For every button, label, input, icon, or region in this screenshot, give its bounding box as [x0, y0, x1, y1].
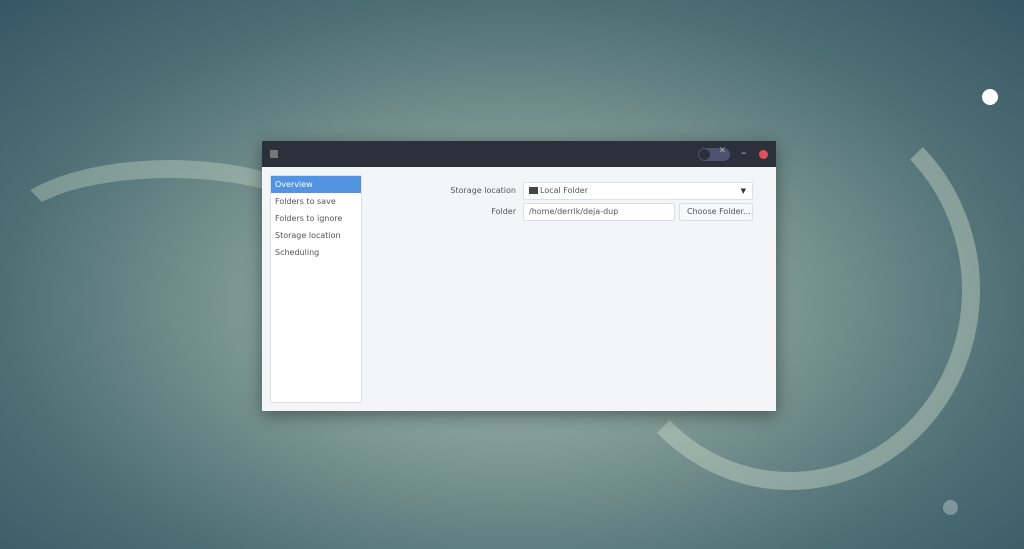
sidebar-item-folders-to-save[interactable]: Folders to save	[271, 193, 361, 210]
deja-dup-window: ✕ – Overview Folders to save Folders to …	[262, 141, 776, 411]
close-icon: ✕	[718, 146, 726, 156]
app-menu-icon[interactable]	[270, 150, 278, 158]
close-button[interactable]	[759, 150, 768, 159]
sidebar-item-scheduling[interactable]: Scheduling	[271, 244, 361, 261]
titlebar: ✕ –	[262, 141, 776, 167]
sidebar-item-overview[interactable]: Overview	[271, 176, 361, 193]
folder-label: Folder	[491, 207, 516, 216]
choose-folder-button[interactable]: Choose Folder...	[679, 203, 753, 221]
sidebar: Overview Folders to save Folders to igno…	[270, 175, 362, 403]
wallpaper-dot	[982, 89, 998, 105]
storage-location-label: Storage location	[450, 186, 516, 195]
wallpaper-dot	[943, 500, 958, 515]
toggle-switch[interactable]: ✕	[698, 146, 730, 161]
folder-input[interactable]: /home/derrik/deja-dup	[523, 203, 675, 221]
storage-location-dropdown[interactable]: Local Folder ▼	[523, 182, 753, 200]
toggle-knob	[699, 149, 710, 160]
sidebar-item-storage-location[interactable]: Storage location	[271, 227, 361, 244]
folder-icon	[529, 187, 538, 194]
chevron-down-icon: ▼	[740, 187, 746, 195]
sidebar-item-folders-to-ignore[interactable]: Folders to ignore	[271, 210, 361, 227]
storage-location-value: Local Folder	[540, 186, 588, 195]
minimize-button[interactable]: –	[741, 146, 747, 159]
